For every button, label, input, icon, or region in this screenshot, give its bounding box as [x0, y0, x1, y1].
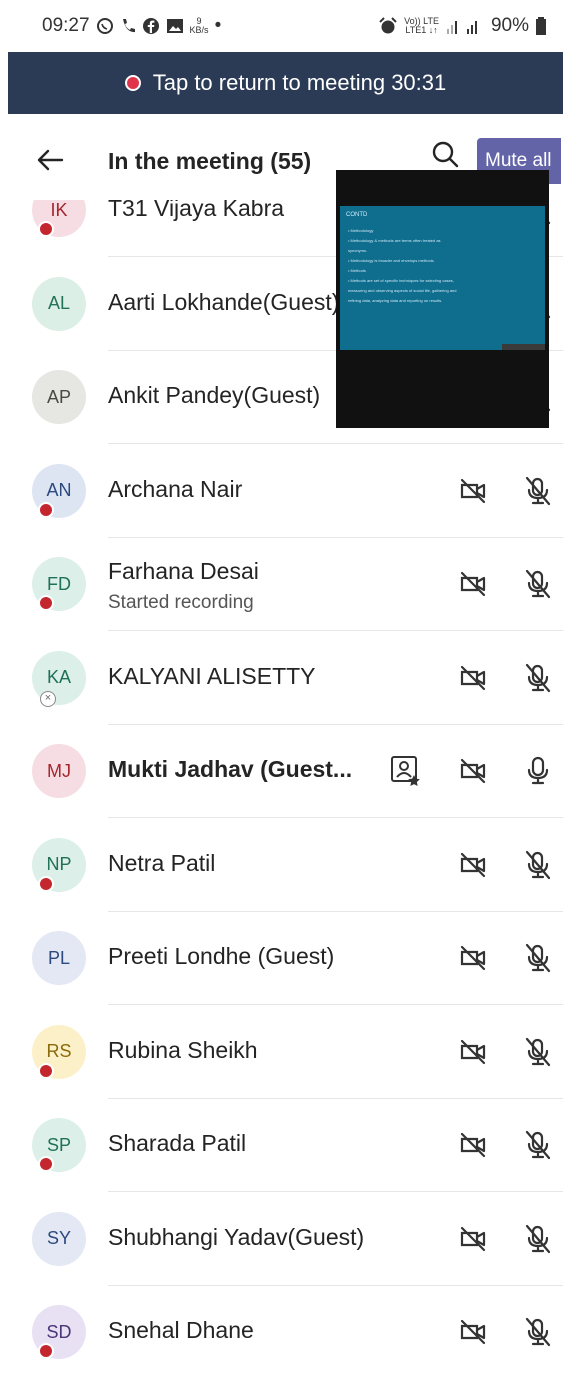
participant-row[interactable]: PL Preeti Londhe (Guest)	[0, 912, 563, 1005]
microphone-muted-icon[interactable]	[522, 1128, 554, 1162]
microphone-muted-icon[interactable]	[522, 941, 554, 975]
participant-row[interactable]: SP Sharada Patil	[0, 1099, 563, 1192]
facebook-icon	[142, 18, 159, 34]
camera-off-icon[interactable]	[456, 941, 490, 975]
page-title: In the meeting (55)	[108, 148, 312, 174]
network-line-2: LTE1 ↓↑	[405, 25, 438, 35]
presence-badge-icon	[38, 1156, 54, 1172]
slide-line: • Methodology is broader and envelops me…	[348, 258, 435, 263]
microphone-muted-icon[interactable]	[522, 1035, 554, 1069]
participant-name: Shubhangi Yadav(Guest)	[108, 1223, 365, 1250]
participant-name: KALYANI ALISETTY	[108, 662, 316, 689]
microphone-muted-icon[interactable]	[522, 661, 554, 695]
microphone-icon[interactable]	[522, 754, 554, 788]
battery-icon	[536, 17, 546, 35]
participant-row[interactable]: MJ Mukti Jadhav (Guest...	[0, 725, 563, 818]
microphone-muted-icon[interactable]	[522, 1222, 554, 1256]
avatar: SY	[32, 1211, 86, 1266]
presenter-thumbnail	[502, 344, 545, 350]
back-arrow-icon[interactable]	[30, 140, 70, 180]
return-to-meeting-text: Tap to return to meeting 30:31	[152, 70, 447, 95]
participant-row[interactable]: SD Snehal Dhane	[0, 1286, 563, 1378]
presenter-role-icon[interactable]	[388, 753, 422, 787]
slide-line: • Methods are set of specific techniques…	[348, 278, 454, 283]
call-icon	[122, 19, 135, 33]
recording-dot-icon	[124, 75, 141, 91]
presence-badge-icon	[38, 501, 54, 518]
offline-badge-icon: ×	[40, 690, 56, 707]
whatsapp-icon	[96, 18, 113, 34]
camera-off-icon[interactable]	[456, 754, 490, 788]
participant-name: Ankit Pandey(Guest)	[108, 382, 321, 408]
shared-screen-preview[interactable]: CONTD • Methodology • Methodology & metho…	[336, 170, 549, 428]
slide-line: • Methodology	[348, 228, 374, 233]
slide-line: refining data, analyzing data and report…	[348, 298, 443, 303]
participant-row[interactable]: KA × KALYANI ALISETTY	[0, 632, 563, 725]
participant-name: Snehal Dhane	[108, 1317, 254, 1343]
return-to-meeting-banner[interactable]: Tap to return to meeting 30:31	[8, 52, 563, 114]
participant-row[interactable]: AN Archana Nair	[0, 445, 563, 538]
participant-status: Started recording	[108, 592, 254, 613]
network-type: Vo)) LTE LTE1 ↓↑	[404, 17, 439, 35]
slide-line: measuring and observing aspects of socia…	[348, 288, 457, 293]
camera-off-icon[interactable]	[456, 1128, 490, 1162]
participant-name: Aarti Lokhande(Guest)	[108, 288, 340, 315]
status-left: 09:27 9 KB/s •	[42, 15, 221, 37]
camera-off-icon[interactable]	[456, 474, 490, 508]
camera-off-icon[interactable]	[456, 1222, 490, 1256]
microphone-muted-icon[interactable]	[522, 567, 554, 601]
slide-line: • Methods	[348, 268, 366, 273]
participant-name: Sharada Patil	[108, 1130, 247, 1156]
clock: 09:27	[42, 15, 90, 36]
avatar: AP	[32, 370, 86, 424]
presentation-slide: CONTD • Methodology • Methodology & metho…	[340, 206, 545, 350]
microphone-muted-icon[interactable]	[522, 848, 554, 882]
participant-name: Farhana Desai	[108, 558, 259, 584]
presence-badge-icon	[38, 1343, 54, 1359]
status-dot: •	[214, 15, 222, 36]
battery-percent: 90%	[490, 15, 529, 36]
participant-row[interactable]: NP Netra Patil	[0, 819, 563, 912]
slide-line: • Methodology & methods are terms often …	[348, 238, 441, 243]
camera-off-icon[interactable]	[456, 848, 490, 882]
status-bar: 09:27 9 KB/s • Vo)) LTE LTE1 ↓↑ 90%	[0, 0, 563, 52]
participant-name: Rubina Sheikh	[108, 1036, 258, 1063]
presence-badge-icon	[38, 875, 54, 892]
microphone-muted-icon[interactable]	[522, 474, 554, 508]
data-rate-unit: KB/s	[189, 25, 209, 35]
data-rate: 9 KB/s	[190, 17, 209, 35]
camera-off-icon[interactable]	[456, 567, 490, 601]
participant-name: Netra Patil	[108, 849, 216, 876]
participant-row[interactable]: RS Rubina Sheikh	[0, 1006, 563, 1099]
gallery-icon	[166, 19, 183, 33]
camera-off-icon[interactable]	[456, 1315, 490, 1349]
presence-badge-icon	[38, 1062, 54, 1079]
participant-name: Mukti Jadhav (Guest...	[108, 756, 353, 782]
participant-name: Preeti Londhe (Guest)	[108, 943, 335, 969]
participant-name: T31 Vijaya Kabra	[108, 200, 285, 221]
presence-badge-icon	[38, 595, 54, 611]
camera-off-icon[interactable]	[456, 1035, 490, 1069]
presence-badge-icon	[38, 221, 54, 237]
participant-row[interactable]: FD Farhana Desai Started recording	[0, 538, 563, 631]
avatar: MJ	[32, 744, 86, 798]
participant-name: Archana Nair	[108, 475, 243, 502]
signal-icon	[446, 21, 477, 34]
participant-row[interactable]: SY Shubhangi Yadav(Guest)	[0, 1193, 563, 1286]
alarm-icon	[379, 17, 397, 34]
slide-heading: CONTD	[346, 212, 368, 218]
slide-line: synonyms.	[348, 248, 368, 253]
camera-off-icon[interactable]	[456, 661, 490, 695]
avatar: AL	[32, 276, 86, 331]
microphone-muted-icon[interactable]	[522, 1315, 554, 1349]
avatar: PL	[32, 931, 86, 985]
search-icon[interactable]	[428, 138, 462, 172]
status-right: Vo)) LTE LTE1 ↓↑ 90%	[378, 15, 547, 37]
